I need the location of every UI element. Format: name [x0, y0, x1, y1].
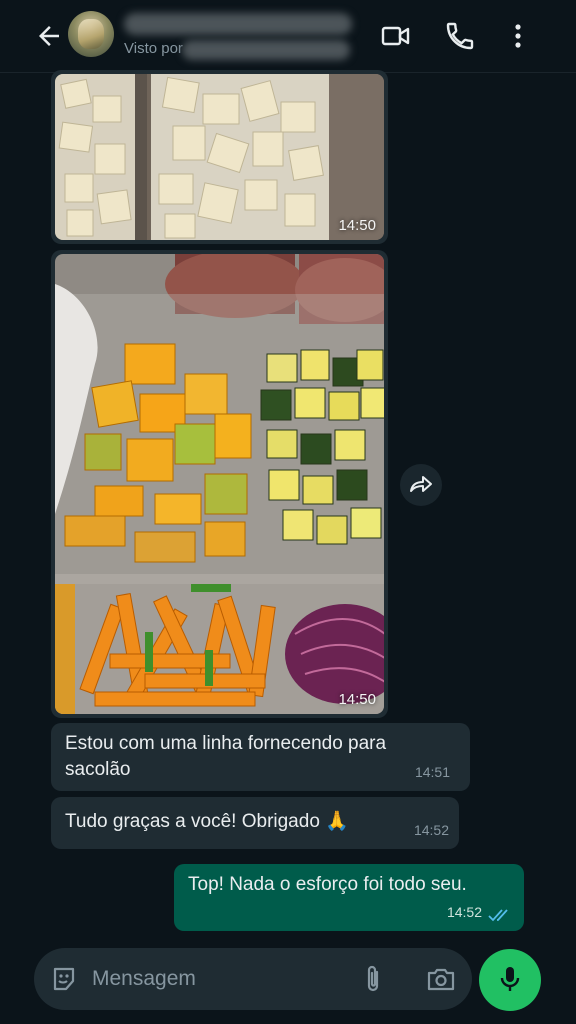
phone-call-icon[interactable]	[444, 20, 476, 52]
last-seen-status: Visto por	[124, 40, 350, 62]
forward-button[interactable]	[400, 464, 442, 506]
incoming-message[interactable]: Tudo graças a você! Obrigado 🙏 14:52	[51, 797, 459, 849]
status-blur	[182, 40, 350, 60]
message-time: 14:52	[413, 822, 449, 838]
more-options-icon[interactable]	[502, 20, 534, 52]
message-text: Top! Nada o esforço foi todo seu.	[188, 874, 467, 895]
photo-content	[55, 74, 384, 240]
sticker-icon[interactable]	[50, 965, 78, 993]
message-time: 14:51	[414, 764, 450, 780]
photo-diced-vegetables[interactable]: 14:50	[55, 74, 384, 240]
message-composer[interactable]: Mensagem	[34, 948, 472, 1010]
voice-message-button[interactable]	[479, 949, 541, 1011]
avatar[interactable]	[68, 11, 114, 57]
image-message[interactable]: 14:50	[51, 250, 388, 718]
read-ticks-icon	[488, 909, 508, 922]
incoming-message[interactable]: Estou com uma linha fornecendo para saco…	[51, 723, 470, 791]
message-input[interactable]: Mensagem	[92, 967, 196, 991]
mic-icon	[500, 967, 520, 991]
camera-icon[interactable]	[426, 966, 456, 992]
outgoing-message[interactable]: Top! Nada o esforço foi todo seu. 14:52	[174, 864, 524, 931]
forward-icon	[410, 476, 432, 492]
message-time: 14:50	[338, 217, 376, 234]
photo-content	[55, 254, 384, 714]
video-call-icon[interactable]	[380, 20, 412, 52]
contact-name[interactable]	[124, 13, 352, 35]
attach-icon[interactable]	[362, 964, 384, 994]
back-arrow-icon[interactable]	[34, 21, 64, 51]
status-text: Visto por	[124, 40, 183, 57]
message-text: Estou com uma linha fornecendo para saco…	[65, 733, 387, 780]
message-time: 14:52	[446, 904, 482, 920]
message-time: 14:50	[338, 691, 376, 708]
photo-cut-vegetables[interactable]: 14:50	[55, 254, 384, 714]
image-message[interactable]: 14:50	[51, 70, 388, 244]
message-text: Tudo graças a você! Obrigado 🙏	[65, 811, 349, 832]
chat-header: Visto por	[0, 0, 576, 73]
